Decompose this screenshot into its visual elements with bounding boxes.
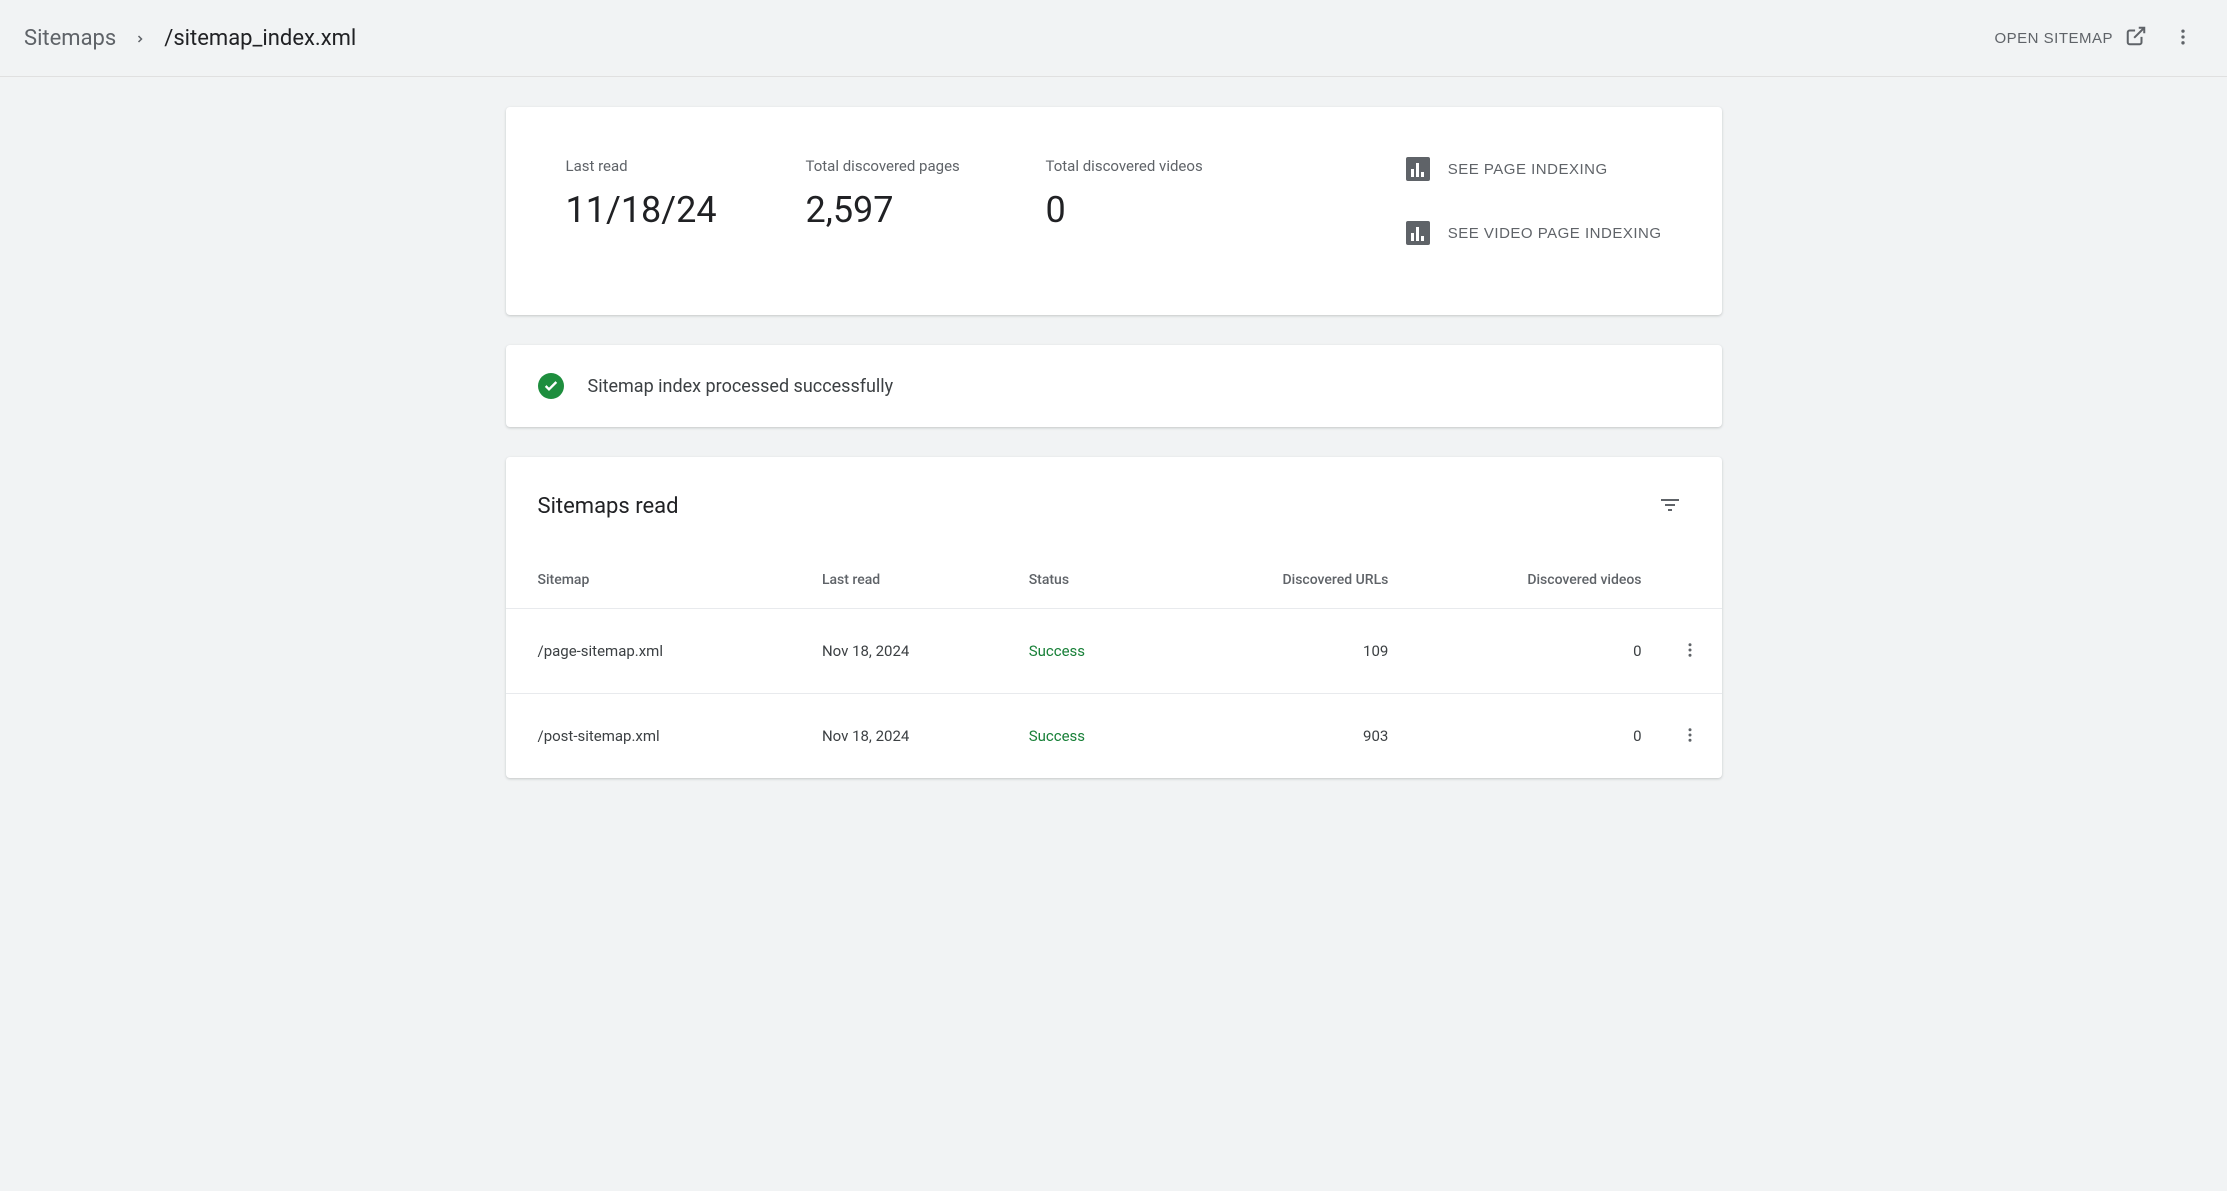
link-label: SEE VIDEO PAGE INDEXING [1448, 225, 1662, 242]
cell-sitemap: /post-sitemap.xml [506, 694, 806, 779]
breadcrumb-current: /sitemap_index.xml [164, 26, 356, 51]
sitemaps-table: Sitemap Last read Status Discovered URLs… [506, 546, 1722, 778]
see-video-indexing-link[interactable]: SEE VIDEO PAGE INDEXING [1406, 221, 1662, 245]
cell-discovered-videos: 0 [1404, 694, 1657, 779]
bar-chart-icon [1406, 157, 1430, 181]
stat-total-pages: Total discovered pages 2,597 [806, 157, 986, 245]
filter-button[interactable] [1650, 485, 1690, 528]
row-menu-button[interactable] [1674, 720, 1706, 752]
cell-sitemap: /page-sitemap.xml [506, 609, 806, 694]
stat-value: 0 [1046, 189, 1226, 231]
status-message: Sitemap index processed successfully [588, 376, 894, 397]
cell-status: Success [1013, 694, 1166, 779]
link-label: SEE PAGE INDEXING [1448, 161, 1608, 178]
sitemaps-table-card: Sitemaps read Sitemap Last read Status D… [506, 457, 1722, 778]
summary-links: SEE PAGE INDEXING SEE VIDEO PAGE INDEXIN… [1406, 157, 1662, 245]
table-row[interactable]: /page-sitemap.xmlNov 18, 2024Success1090 [506, 609, 1722, 694]
cell-discovered-videos: 0 [1404, 609, 1657, 694]
stat-last-read: Last read 11/18/24 [566, 157, 746, 245]
chevron-right-icon [134, 26, 146, 50]
summary-card: Last read 11/18/24 Total discovered page… [506, 107, 1722, 315]
row-menu-button[interactable] [1674, 635, 1706, 667]
open-external-icon [2125, 25, 2147, 51]
main-container: Last read 11/18/24 Total discovered page… [494, 107, 1734, 778]
more-vert-icon [2173, 27, 2193, 50]
more-options-button[interactable] [2163, 18, 2203, 58]
cell-last-read: Nov 18, 2024 [806, 694, 1013, 779]
header-actions: OPEN SITEMAP [1994, 18, 2203, 58]
table-row[interactable]: /post-sitemap.xmlNov 18, 2024Success9030 [506, 694, 1722, 779]
table-header: Sitemaps read [506, 457, 1722, 546]
filter-icon [1658, 505, 1682, 520]
open-sitemap-label: OPEN SITEMAP [1994, 30, 2113, 47]
col-status: Status [1013, 546, 1166, 609]
stat-value: 2,597 [806, 189, 986, 231]
open-sitemap-button[interactable]: OPEN SITEMAP [1994, 25, 2147, 51]
see-page-indexing-link[interactable]: SEE PAGE INDEXING [1406, 157, 1662, 181]
col-sitemap: Sitemap [506, 546, 806, 609]
table-title: Sitemaps read [538, 494, 679, 519]
col-discovered-urls: Discovered URLs [1166, 546, 1405, 609]
more-vert-icon [1681, 641, 1699, 662]
cell-status: Success [1013, 609, 1166, 694]
stat-label: Total discovered videos [1046, 157, 1226, 175]
cell-discovered-urls: 903 [1166, 694, 1405, 779]
bar-chart-icon [1406, 221, 1430, 245]
cell-discovered-urls: 109 [1166, 609, 1405, 694]
cell-last-read: Nov 18, 2024 [806, 609, 1013, 694]
stat-value: 11/18/24 [566, 189, 746, 231]
check-circle-icon [538, 373, 564, 399]
page-header: Sitemaps /sitemap_index.xml OPEN SITEMAP [0, 0, 2227, 77]
stat-total-videos: Total discovered videos 0 [1046, 157, 1226, 245]
col-last-read: Last read [806, 546, 1013, 609]
stat-label: Last read [566, 157, 746, 175]
stat-label: Total discovered pages [806, 157, 986, 175]
breadcrumb: Sitemaps /sitemap_index.xml [24, 26, 356, 51]
col-discovered-videos: Discovered videos [1404, 546, 1657, 609]
breadcrumb-root-link[interactable]: Sitemaps [24, 26, 116, 51]
more-vert-icon [1681, 726, 1699, 747]
status-card: Sitemap index processed successfully [506, 345, 1722, 427]
